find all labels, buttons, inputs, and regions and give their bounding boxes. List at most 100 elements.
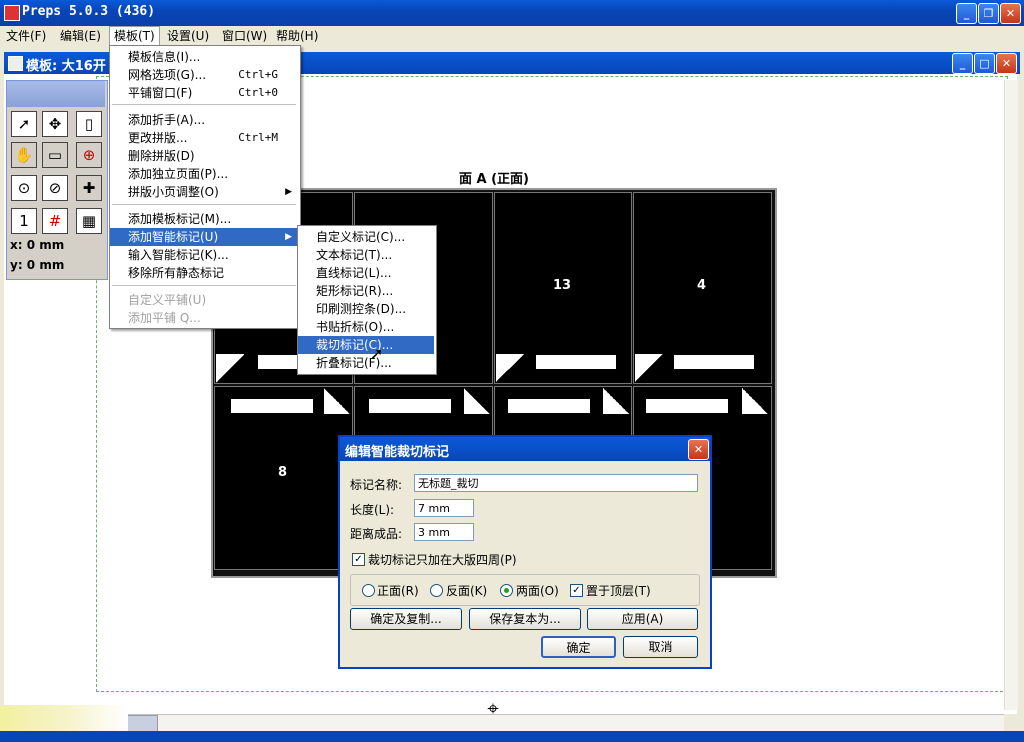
submenu-item-color-bar[interactable]: 印刷测控条(D)... [298,300,434,318]
cancel-button[interactable]: 取消 [623,636,698,658]
menu-item-add-smart-mark[interactable]: 添加智能标记(U) ▶ [110,228,298,246]
submenu-item-custom-mark[interactable]: 自定义标记(C)... [298,228,434,246]
distance-field[interactable]: 3 mm [414,523,474,541]
mark-tool-icon[interactable]: ▭ [42,142,68,168]
cross-tool-icon[interactable]: ✚ [76,175,102,201]
menu-separator [112,285,296,286]
vertical-scrollbar[interactable] [1004,80,1018,710]
menu-item-change-imposition[interactable]: 更改拼版... Ctrl+M [110,129,298,147]
edge-only-checkbox[interactable]: ✓ [352,553,365,566]
page-head-bar [646,399,728,413]
app-title: Preps 5.0.3 (436) [22,4,156,19]
child-close-button[interactable]: ✕ [996,53,1017,74]
page-head-bar [231,399,313,413]
sheet-side-title: 面 A (正面) [459,172,529,187]
taskbar-strip [0,731,1024,742]
dialog-close-button[interactable]: ✕ [688,439,709,460]
minimize-button[interactable]: _ [956,3,977,24]
menu-item-template-info[interactable]: 模板信息(I)... [110,48,298,66]
menu-settings[interactable]: 设置(U) [163,26,213,46]
child-maximize-button[interactable]: □ [974,53,995,74]
top-layer-checkbox[interactable]: ✓ [570,584,583,597]
crosshair-tool-icon[interactable]: ⊕ [76,142,102,168]
menu-window[interactable]: 窗口(W) [218,26,271,46]
menu-item-delete-imposition[interactable]: 删除拼版(D) [110,147,298,165]
fold-corner-icon [496,354,524,382]
page-number: 4 [696,278,707,293]
submenu-item-collation-mark[interactable]: 书贴折标(O)... [298,318,434,336]
toolbox-title-bar[interactable] [7,81,105,107]
menu-item-remove-static-marks[interactable]: 移除所有静态标记 [110,264,298,282]
numbering-tool-icon[interactable]: 1 [11,208,37,234]
fold-corner-icon [635,354,663,382]
page-number: 8 [277,465,288,480]
submenu-item-line-mark[interactable]: 直线标记(L)... [298,264,434,282]
page-head-bar [536,355,616,369]
menu-separator [112,104,296,105]
submenu-arrow-icon: ▶ [285,187,292,197]
menu-item-add-signature[interactable]: 添加折手(A)... [110,111,298,129]
radio-back[interactable] [430,584,443,597]
mark-name-field[interactable]: 无标题_裁切 [414,474,698,492]
mouse-cursor-icon: ➚ [370,344,384,363]
confirm-copy-button[interactable]: 确定及复制... [350,608,462,630]
child-window-title: 模板: 大16开 [26,59,106,74]
save-copy-button[interactable]: 保存复本为... [469,608,581,630]
menu-edit[interactable]: 编辑(E) [56,26,105,46]
radio-front-label: 正面(R) [377,584,419,598]
submenu-item-rect-mark[interactable]: 矩形标记(R)... [298,282,434,300]
menu-item-add-template-mark[interactable]: 添加模板标记(M)... [110,210,298,228]
layout-tool-icon[interactable]: ▦ [76,208,102,234]
app-icon [4,5,20,21]
radio-back-label: 反面(K) [446,584,488,598]
menu-separator [112,204,296,205]
radio-both-label: 两面(O) [516,584,559,598]
document-icon [8,56,23,71]
grid-tool-icon[interactable]: # [42,208,68,234]
page-head-bar [674,355,754,369]
submenu-item-fold-mark[interactable]: 折叠标记(F)... [298,354,434,372]
fold-corner-icon [216,354,244,383]
dialog-title: 编辑智能裁切标记 [345,445,450,460]
menu-item-add-tile: 添加平铺 Q... [128,311,201,325]
move-tool-icon[interactable]: ✥ [42,111,68,137]
length-field[interactable]: 7 mm [414,499,474,517]
page-head-bar [508,399,590,413]
radio-front[interactable] [362,584,375,597]
fold-corner-icon [742,388,768,414]
menu-item-custom-tile: 自定义平铺(U) [128,293,207,307]
menu-help[interactable]: 帮助(H) [272,26,322,46]
hand-tool-icon[interactable]: ✋ [11,142,37,168]
page-tool-icon[interactable]: ▯ [76,111,102,137]
y-coordinate: y: 0 mm [10,258,65,272]
x-coordinate: x: 0 mm [10,238,65,252]
edge-only-label: 裁切标记只加在大版四周(P) [368,553,517,567]
menu-item-grid-options[interactable]: 网格选项(G)... Ctrl+G [110,66,298,84]
submenu-arrow-icon: ▶ [285,232,292,242]
radio-both[interactable] [500,584,513,597]
top-layer-label: 置于顶层(T) [586,584,651,598]
length-label: 长度(L): [350,503,395,517]
ok-button[interactable]: 确定 [541,636,616,658]
mark-name-label: 标记名称: [350,478,403,492]
fold-corner-icon [464,388,490,414]
child-minimize-button[interactable]: _ [952,53,973,74]
zoom-out-tool-icon[interactable]: ⊘ [42,175,68,201]
submenu-item-text-mark[interactable]: 文本标记(T)... [298,246,434,264]
distance-label: 距离成品: [350,527,403,541]
menu-item-tile-window[interactable]: 平铺窗口(F) Ctrl+0 [110,84,298,102]
menu-item-adjust-pages[interactable]: 拼版小页调整(O) ▶ [110,183,298,201]
page-head-bar [369,399,451,413]
menu-file[interactable]: 文件(F) [2,26,50,46]
fold-corner-icon [603,388,629,414]
page-number: 13 [552,278,572,293]
close-button[interactable]: ✕ [1000,3,1021,24]
pointer-tool-icon[interactable]: ➚ [11,111,37,137]
submenu-item-crop-mark[interactable]: 裁切标记(C)... [298,336,434,354]
menu-template[interactable]: 模板(T) [109,26,160,46]
apply-button[interactable]: 应用(A) [587,608,698,630]
restore-button[interactable]: ❐ [978,3,999,24]
menu-item-import-smart-mark[interactable]: 输入智能标记(K)... [110,246,298,264]
zoom-tool-icon[interactable]: ⊙ [11,175,37,201]
menu-item-add-single-page[interactable]: 添加独立页面(P)... [110,165,298,183]
